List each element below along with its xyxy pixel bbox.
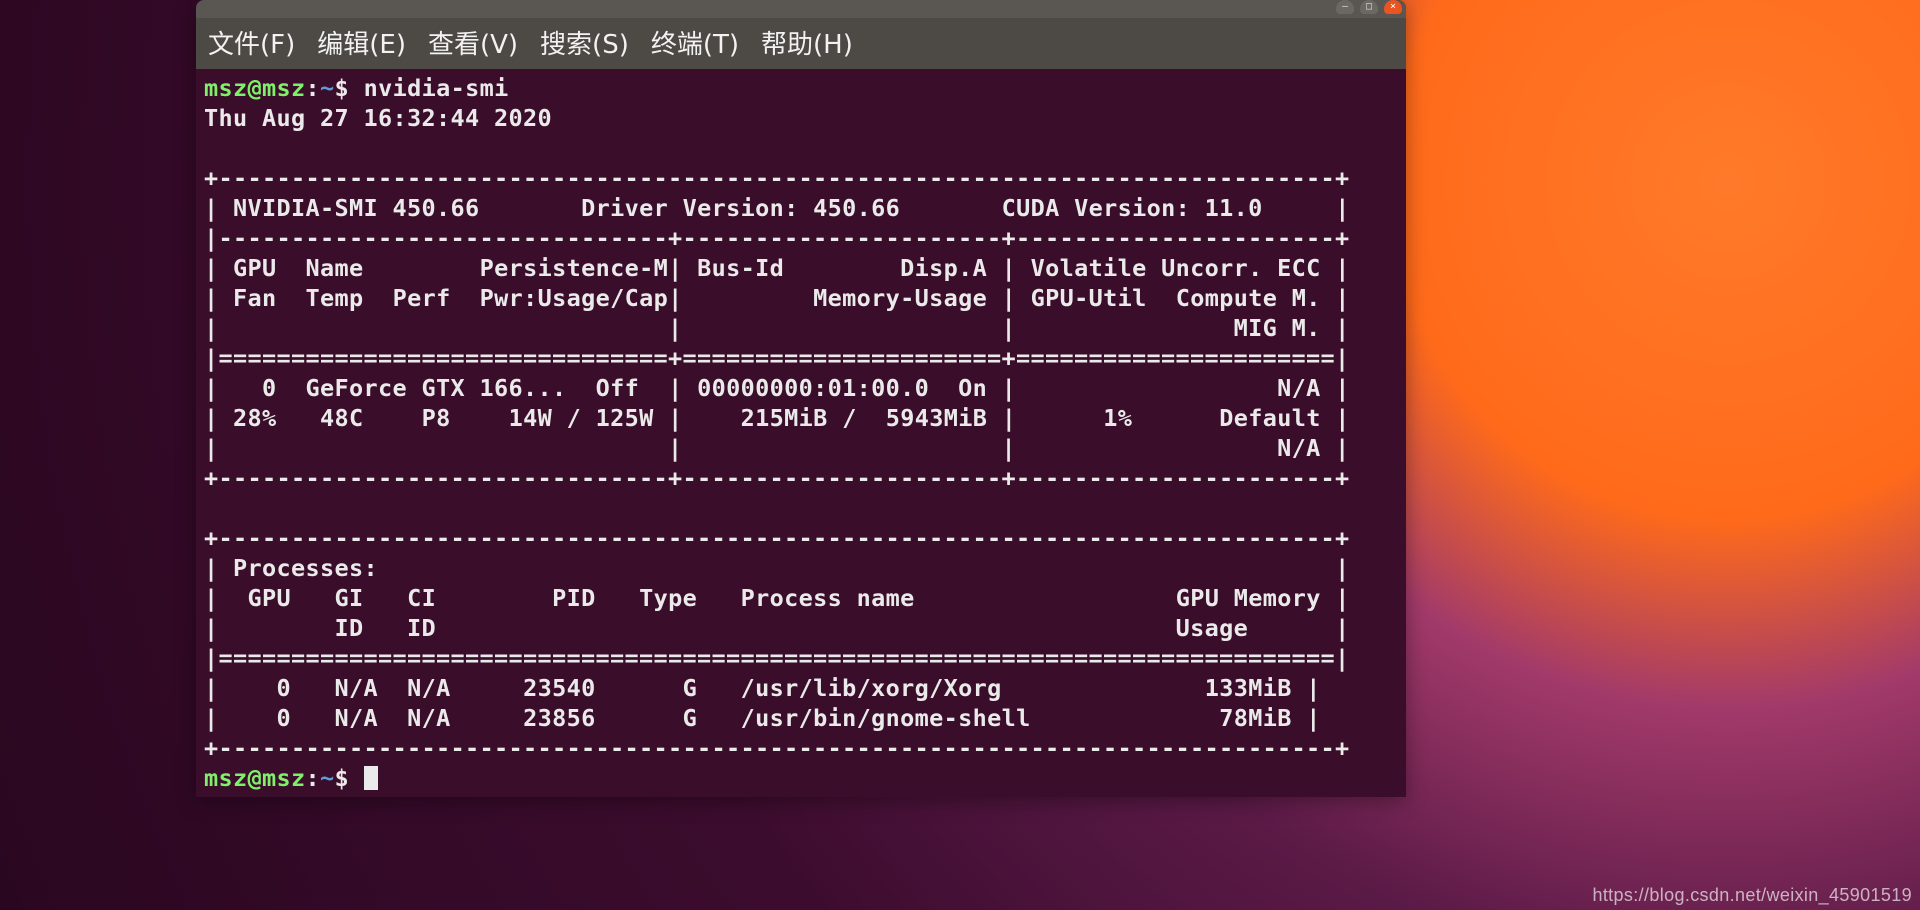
- gpu-index: 0: [262, 374, 277, 402]
- gpu-fan: 28%: [233, 404, 277, 432]
- menu-view[interactable]: 查看(V): [428, 24, 518, 61]
- prompt-userhost: msz@msz: [204, 74, 306, 102]
- driver-version: 450.66: [813, 194, 900, 222]
- smi-timestamp: Thu Aug 27 16:32:44 2020: [204, 104, 552, 132]
- gpu-ecc: N/A: [1277, 374, 1321, 402]
- close-button[interactable]: ×: [1384, 0, 1402, 14]
- menu-file[interactable]: 文件(F): [208, 24, 295, 61]
- col-pwr: Pwr:Usage/Cap: [480, 284, 669, 312]
- gpu-mig: N/A: [1277, 434, 1321, 462]
- cursor: [364, 766, 378, 790]
- minimize-button[interactable]: –: [1336, 0, 1354, 14]
- col-volatile: Volatile Uncorr. ECC: [1031, 254, 1321, 282]
- gpu-name: GeForce GTX 166...: [306, 374, 567, 402]
- proc-row-mem: 133MiB: [1205, 674, 1292, 702]
- col-persistence: Persistence-M: [480, 254, 669, 282]
- menu-search[interactable]: 搜索(S): [540, 24, 629, 61]
- gpu-util: 1%: [1103, 404, 1132, 432]
- col-temp: Temp: [306, 284, 364, 312]
- proc-row-pid: 23856: [523, 704, 596, 732]
- proc-row-name: /usr/bin/gnome-shell: [741, 704, 1031, 732]
- prompt-sigil: $: [335, 74, 364, 102]
- gpu-mem-used: 215MiB: [741, 404, 828, 432]
- col-gpu: GPU: [233, 254, 277, 282]
- proc-row-name: /usr/lib/xorg/Xorg: [741, 674, 1002, 702]
- prompt-cwd-2: ~: [320, 764, 335, 792]
- gpu-pwr-usage: 14W: [509, 404, 553, 432]
- menu-edit[interactable]: 编辑(E): [317, 24, 406, 61]
- cuda-version: 11.0: [1205, 194, 1263, 222]
- gpu-temp: 48C: [320, 404, 364, 432]
- proc-row-gi: N/A: [335, 704, 379, 732]
- col-name: Name: [306, 254, 364, 282]
- smi-version: 450.66: [393, 194, 480, 222]
- prompt-sep: :: [306, 74, 321, 102]
- terminal-window: – □ × 文件(F) 编辑(E) 查看(V) 搜索(S) 终端(T) 帮助(H…: [196, 0, 1406, 797]
- window-titlebar: – □ ×: [196, 0, 1406, 18]
- gpu-perf: P8: [422, 404, 451, 432]
- col-compute: Compute M.: [1176, 284, 1321, 312]
- col-perf: Perf: [393, 284, 451, 312]
- col-memusage: Memory-Usage: [813, 284, 987, 312]
- proc-row-ci: N/A: [407, 674, 451, 702]
- menu-help[interactable]: 帮助(H): [761, 24, 853, 61]
- proc-col-pid: PID: [552, 584, 596, 612]
- prompt-userhost-2: msz@msz: [204, 764, 306, 792]
- col-busid: Bus-Id: [697, 254, 784, 282]
- proc-col-ci: CI: [407, 584, 436, 612]
- col-mig: MIG M.: [1234, 314, 1321, 342]
- proc-col-gi: GI: [335, 584, 364, 612]
- proc-col-gpu: GPU: [248, 584, 292, 612]
- gpu-dispa: On: [958, 374, 987, 402]
- gpu-compute: Default: [1219, 404, 1321, 432]
- proc-col-mem: GPU Memory: [1176, 584, 1321, 612]
- proc-row-ci: N/A: [407, 704, 451, 732]
- driver-version-label: Driver Version:: [581, 194, 799, 222]
- proc-col-type: Type: [639, 584, 697, 612]
- gpu-pwr-cap: 125W: [596, 404, 654, 432]
- col-gpuutil: GPU-Util: [1031, 284, 1147, 312]
- gpu-persistence: Off: [596, 374, 640, 402]
- proc-row-mem: 78MiB: [1219, 704, 1292, 732]
- proc-row-gi: N/A: [335, 674, 379, 702]
- terminal-content[interactable]: msz@msz:~$ nvidia-smi Thu Aug 27 16:32:4…: [196, 69, 1406, 797]
- col-dispa: Disp.A: [900, 254, 987, 282]
- col-fan: Fan: [233, 284, 277, 312]
- prompt-cwd: ~: [320, 74, 335, 102]
- gpu-busid: 00000000:01:00.0: [697, 374, 929, 402]
- command-text: nvidia-smi: [364, 74, 509, 102]
- proc-col-ci-id: ID: [407, 614, 436, 642]
- menu-terminal[interactable]: 终端(T): [651, 24, 739, 61]
- proc-col-gi-id: ID: [335, 614, 364, 642]
- proc-row-gpu: 0: [277, 674, 292, 702]
- smi-version-label: NVIDIA-SMI: [233, 194, 378, 222]
- proc-row-type: G: [683, 704, 698, 732]
- prompt-sep-2: :: [306, 764, 321, 792]
- gpu-mem-total: 5943MiB: [886, 404, 988, 432]
- proc-row-pid: 23540: [523, 674, 596, 702]
- watermark: https://blog.csdn.net/weixin_45901519: [1592, 885, 1912, 906]
- proc-col-name: Process name: [741, 584, 915, 612]
- cuda-version-label: CUDA Version:: [1002, 194, 1191, 222]
- menu-bar: 文件(F) 编辑(E) 查看(V) 搜索(S) 终端(T) 帮助(H): [196, 18, 1406, 69]
- proc-row-type: G: [683, 674, 698, 702]
- proc-col-usage: Usage: [1176, 614, 1249, 642]
- proc-row-gpu: 0: [277, 704, 292, 732]
- maximize-button[interactable]: □: [1360, 0, 1378, 14]
- prompt-sigil-2: $: [335, 764, 364, 792]
- proc-title: Processes:: [233, 554, 378, 582]
